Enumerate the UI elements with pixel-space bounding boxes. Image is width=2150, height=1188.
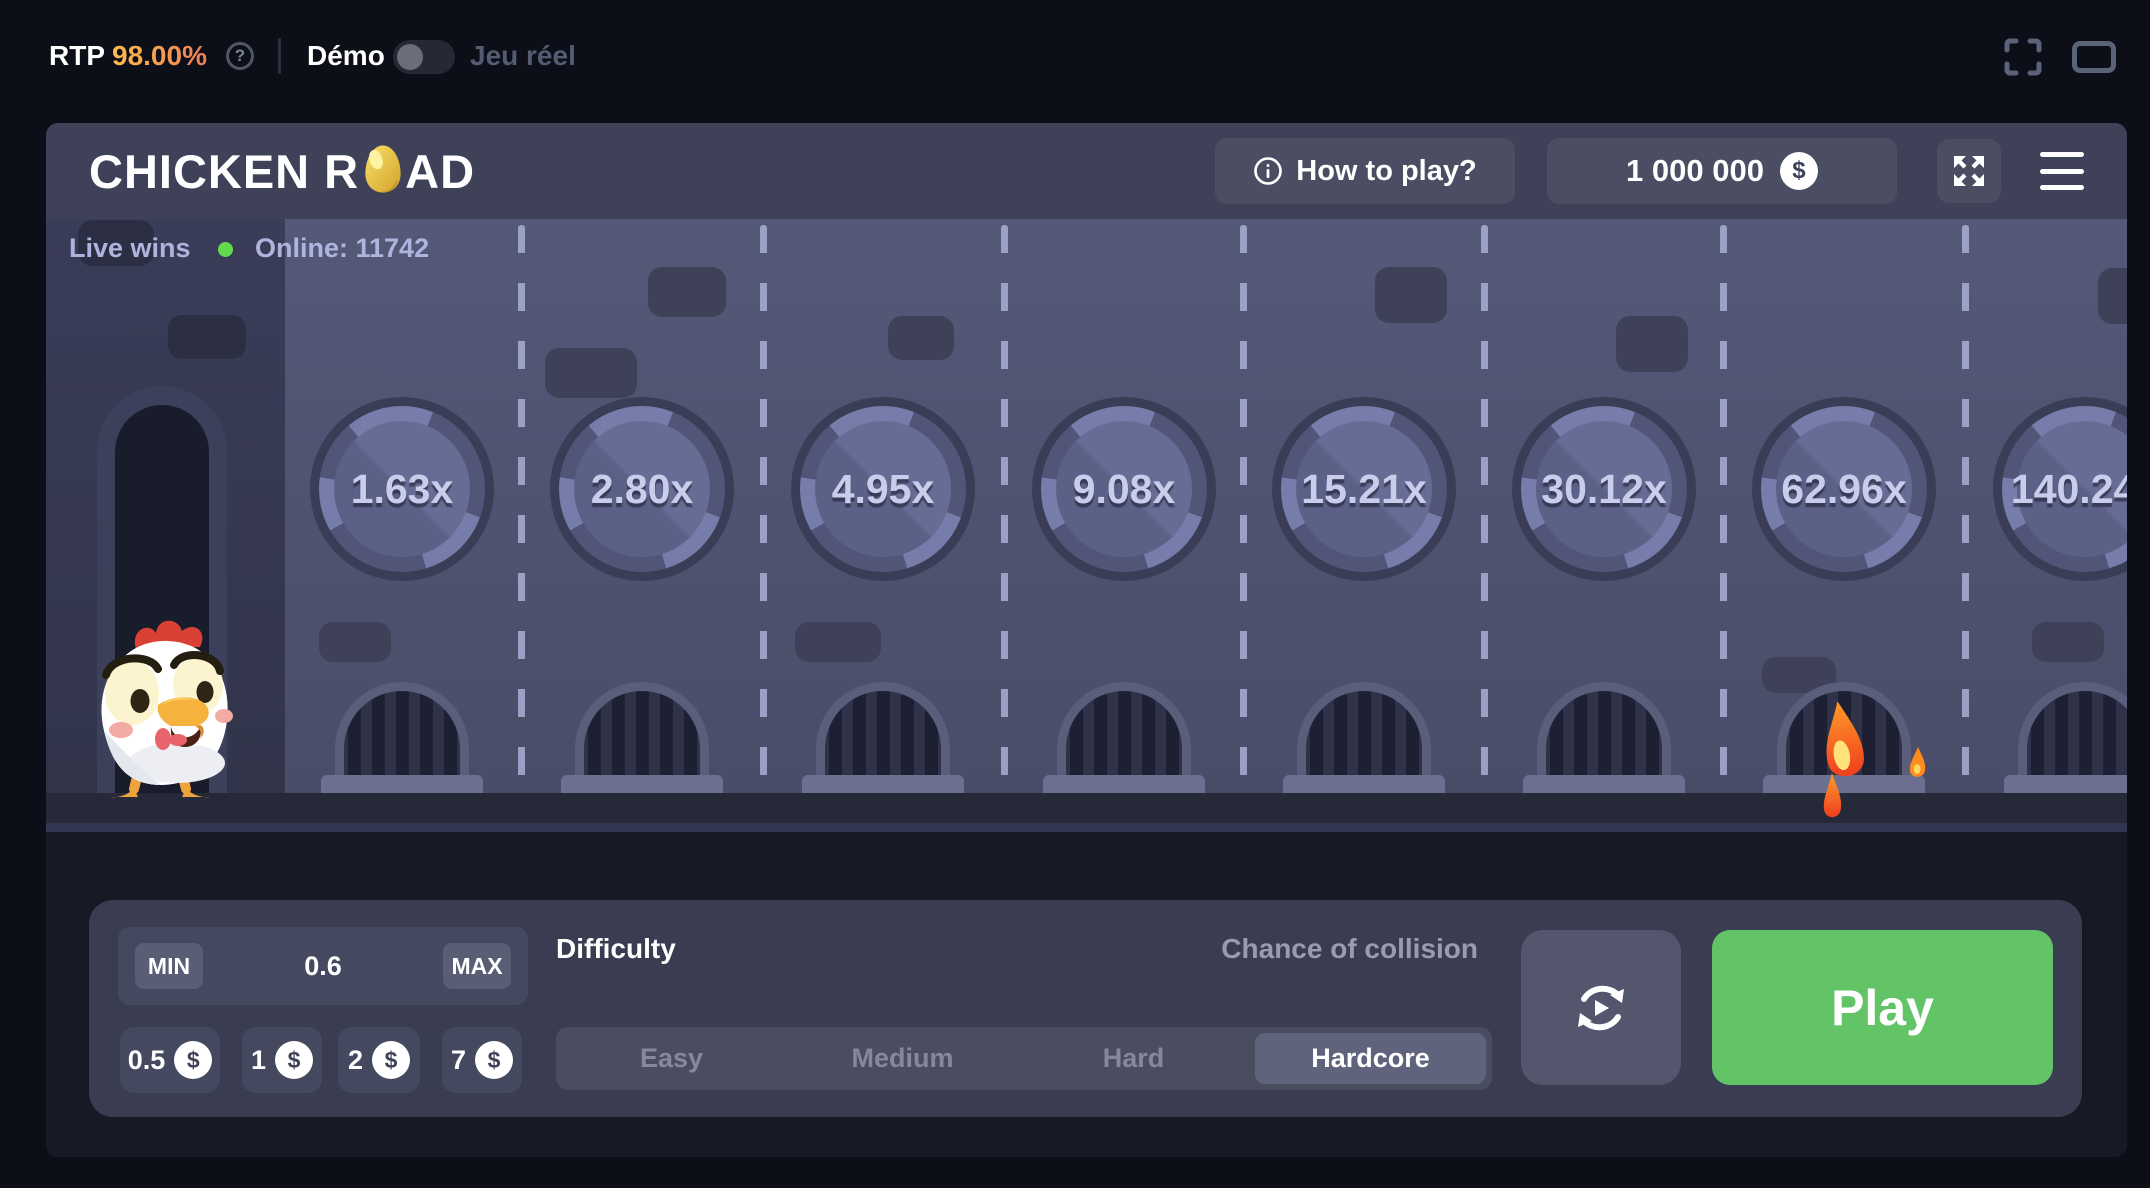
difficulty-hardcore[interactable]: Hardcore: [1255, 1033, 1486, 1084]
lane-divider: [1720, 225, 1727, 781]
play-button[interactable]: Play: [1712, 930, 2053, 1085]
multiplier-disc[interactable]: 1.63x: [310, 397, 494, 581]
multiplier-disc[interactable]: 2.80x: [550, 397, 734, 581]
chicken-character[interactable]: [74, 613, 244, 798]
quick-bet-button[interactable]: 7 $: [442, 1027, 522, 1093]
difficulty-hard[interactable]: Hard: [1018, 1027, 1249, 1090]
multiplier-disc[interactable]: 62.96x: [1752, 397, 1936, 581]
vent-grate: [561, 682, 723, 793]
multiplier-disc[interactable]: 15.21x: [1272, 397, 1456, 581]
multiplier-disc[interactable]: 140.24x: [1993, 397, 2127, 581]
multiplier-value: 2.80x: [550, 397, 734, 581]
vent-grate: [2004, 682, 2127, 793]
control-panel: MIN 0.6 MAX 0.5 $ 1 $ 2 $ 7 $ Difficulty…: [89, 900, 2082, 1117]
expand-game-button[interactable]: [1937, 139, 2001, 203]
dollar-coin-icon: $: [372, 1041, 410, 1079]
bet-max-button[interactable]: MAX: [443, 943, 511, 989]
road-bump: [2032, 622, 2104, 662]
fullscreen-icon[interactable]: [2003, 37, 2043, 82]
quick-bet-button[interactable]: 2 $: [338, 1027, 420, 1093]
multiplier-disc[interactable]: 30.12x: [1512, 397, 1696, 581]
top-bar: RTP 98.00% ? Démo Jeu réel: [0, 0, 2150, 123]
quick-bet-value: 1: [251, 1045, 266, 1076]
theater-mode-icon[interactable]: [2072, 41, 2116, 73]
quick-bet-value: 2: [348, 1045, 363, 1076]
lane-divider: [1481, 225, 1488, 781]
road-bump: [1616, 316, 1688, 372]
vent-grate: [1283, 682, 1445, 793]
multiplier-value: 30.12x: [1512, 397, 1696, 581]
vent-grate: [802, 682, 964, 793]
how-to-play-button[interactable]: How to play?: [1215, 138, 1515, 204]
toggle-knob: [397, 44, 423, 70]
rtp-value: 98.00%: [112, 40, 207, 72]
game-header: CHICKEN R AD How to play?: [46, 123, 2127, 219]
multiplier-value: 62.96x: [1752, 397, 1936, 581]
online-dot-icon: [218, 242, 233, 257]
multiplier-disc[interactable]: 4.95x: [791, 397, 975, 581]
lane-divider: [760, 225, 767, 781]
live-wins-label[interactable]: Live wins: [69, 233, 191, 264]
quick-bet-value: 7: [451, 1045, 466, 1076]
demo-label: Démo: [307, 40, 385, 72]
rtp-help-icon[interactable]: ?: [226, 42, 254, 70]
balance-value: 1 000 000: [1626, 153, 1764, 189]
real-money-label: Jeu réel: [470, 40, 576, 72]
info-icon: [1253, 156, 1283, 186]
dollar-coin-icon: $: [275, 1041, 313, 1079]
multiplier-value: 140.24x: [1993, 397, 2127, 581]
game-scene: Live wins Online: 11742 1.63x 2.80x 4.95…: [46, 219, 2127, 832]
multiplier-disc[interactable]: 9.08x: [1032, 397, 1216, 581]
how-to-play-label: How to play?: [1296, 155, 1476, 188]
online-count: Online: 11742: [255, 233, 429, 264]
chance-of-collision-label: Chance of collision: [978, 933, 1478, 965]
road-bump: [2098, 268, 2127, 324]
chicken-road-app: RTP 98.00% ? Démo Jeu réel CHICKEN R: [0, 0, 2150, 1188]
rotate-arrows-icon: [1566, 973, 1636, 1043]
difficulty-label: Difficulty: [556, 933, 676, 965]
road-bump: [319, 622, 391, 662]
road-bump: [545, 348, 637, 398]
quick-bet-button[interactable]: 0.5 $: [120, 1027, 220, 1093]
topbar-divider: [278, 38, 281, 74]
road-bump: [168, 315, 246, 359]
road-bump: [888, 316, 954, 360]
menu-hamburger-icon[interactable]: [2040, 152, 2084, 190]
bet-amount-box: MIN 0.6 MAX: [118, 927, 528, 1005]
multiplier-value: 4.95x: [791, 397, 975, 581]
multiplier-value: 15.21x: [1272, 397, 1456, 581]
balance-display[interactable]: 1 000 000 $: [1547, 138, 1897, 204]
autoplay-button[interactable]: [1521, 930, 1681, 1085]
rtp-label: RTP: [49, 40, 105, 72]
road-bump: [1375, 267, 1447, 323]
logo-text-2: AD: [405, 144, 475, 199]
game-window: CHICKEN R AD How to play?: [46, 123, 2127, 1157]
logo-text-1: CHICKEN R: [89, 144, 359, 199]
vent-grate: [1043, 682, 1205, 793]
road-bump: [795, 622, 881, 662]
dollar-coin-icon: $: [1780, 152, 1818, 190]
difficulty-medium[interactable]: Medium: [787, 1027, 1018, 1090]
egg-icon: [363, 143, 403, 195]
difficulty-selector: Easy Medium Hard Hardcore: [556, 1027, 1492, 1090]
vent-grate: [321, 682, 483, 793]
multiplier-value: 1.63x: [310, 397, 494, 581]
vent-grate: [1523, 682, 1685, 793]
difficulty-easy[interactable]: Easy: [556, 1027, 787, 1090]
lane-divider: [518, 225, 525, 781]
demo-real-toggle[interactable]: [393, 40, 455, 74]
lane-divider: [1001, 225, 1008, 781]
road-bump: [648, 267, 726, 317]
lane-divider: [1240, 225, 1247, 781]
flame-icon: [1766, 679, 1966, 829]
expand-arrows-icon: [1950, 152, 1988, 190]
chicken-road-logo: CHICKEN R AD: [89, 144, 475, 198]
quick-bet-button[interactable]: 1 $: [242, 1027, 322, 1093]
dollar-coin-icon: $: [174, 1041, 212, 1079]
dollar-coin-icon: $: [475, 1041, 513, 1079]
multiplier-value: 9.08x: [1032, 397, 1216, 581]
quick-bet-value: 0.5: [128, 1045, 166, 1076]
